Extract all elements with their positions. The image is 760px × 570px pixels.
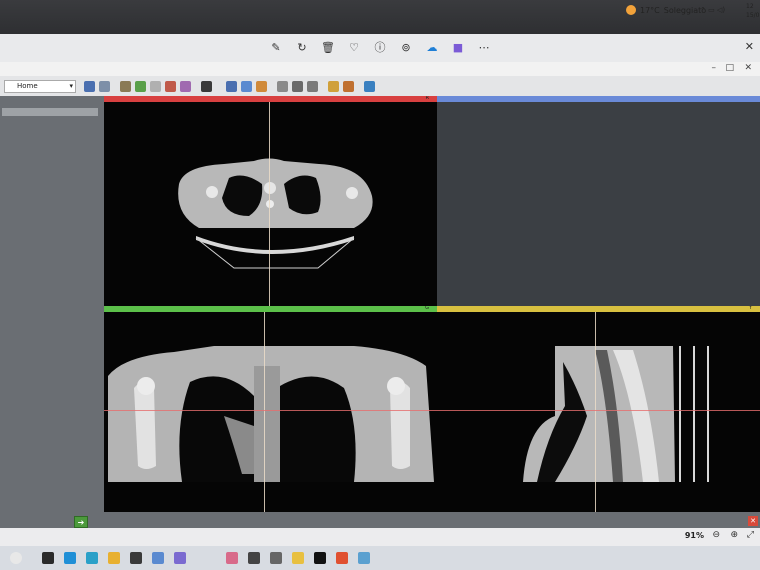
more-icon[interactable]: ⋯ [477, 41, 491, 55]
error-close-icon[interactable]: ✕ [748, 516, 758, 526]
data-icon[interactable] [120, 80, 131, 92]
rotate-icon[interactable]: ↻ [295, 41, 309, 55]
edit-icon[interactable]: ✎ [269, 41, 283, 55]
coronal-crosshair-horizontal [104, 410, 437, 411]
module-panel [0, 96, 104, 542]
photo-viewer-toolbar: ✎ ↻ 🗑 ♡ ⓘ ⊚ ☁ ■ ⋯ [0, 34, 760, 62]
module-selector[interactable]: Home ▾ [4, 79, 76, 93]
next-arrow-button[interactable]: ➔ [74, 516, 88, 528]
window-close-icon[interactable]: ✕ [744, 63, 752, 73]
monitor-screen: ✎ ↻ 🗑 ♡ ⓘ ⊚ ☁ ■ ⋯ ✕ – □ ✕ Home ▾ R G Y ➔… [0, 0, 760, 570]
axial-view[interactable]: R [104, 96, 437, 306]
weather-temp: 17°C [640, 5, 660, 15]
3d-view-bar[interactable] [437, 96, 760, 102]
avatar-icon[interactable] [10, 552, 22, 564]
cloud-icon[interactable]: ☁ [425, 41, 439, 55]
sagittal-slice-image [523, 346, 709, 482]
extension-icon[interactable] [343, 80, 354, 92]
clock-time: 12 [746, 3, 754, 10]
app-icon-6[interactable] [314, 552, 326, 564]
fit-to-window-icon[interactable]: ⤢ [747, 530, 754, 540]
clock[interactable]: 12 15/0 [746, 2, 759, 20]
coronal-slice-image [108, 346, 434, 482]
app-icon-3[interactable] [248, 552, 260, 564]
app-icon-2[interactable] [174, 552, 186, 564]
3d-view[interactable] [437, 96, 760, 306]
start-icon[interactable] [42, 552, 54, 564]
app-titlebar: – □ ✕ [0, 62, 760, 76]
edge-icon[interactable] [86, 552, 98, 564]
sagittal-crosshair-horizontal [437, 410, 760, 411]
screenshot-icon[interactable] [277, 80, 288, 92]
search-icon[interactable]: ⊚ [399, 41, 413, 55]
system-tray[interactable]: ⌃ ▭ ◁) [700, 6, 725, 14]
chevron-down-icon: ▾ [69, 81, 73, 90]
app-icon[interactable]: ■ [451, 41, 465, 55]
app-icon-5[interactable] [292, 552, 304, 564]
crosshair-icon[interactable] [328, 80, 339, 92]
module-panel-field[interactable] [2, 108, 98, 116]
reslice-icon[interactable] [307, 80, 318, 92]
delete-icon[interactable]: 🗑 [321, 41, 335, 55]
file-explorer-icon[interactable] [108, 552, 120, 564]
zoom-level: 91% [684, 531, 704, 540]
markup-icon[interactable] [256, 80, 267, 92]
photo-viewer-bottom-bar: 91% ⊖ ⊕ ⤢ [0, 528, 760, 546]
minimize-icon[interactable]: – [712, 63, 717, 73]
crosshair-toggle-icon[interactable] [292, 80, 303, 92]
close-icon[interactable]: ✕ [745, 40, 754, 53]
save-icon[interactable] [150, 80, 161, 92]
models-icon[interactable] [180, 80, 191, 92]
pointer-icon[interactable] [226, 80, 237, 92]
sun-icon [626, 5, 636, 15]
slicer-icon[interactable] [358, 552, 370, 564]
teams-icon[interactable] [64, 552, 76, 564]
coronal-crosshair-vertical [264, 312, 265, 512]
forward-icon[interactable] [99, 80, 110, 92]
windows-taskbar [0, 546, 760, 570]
app-icon-4[interactable] [270, 552, 282, 564]
weather-widget[interactable]: 17°C Soleggiato [626, 5, 706, 15]
firefox-icon[interactable] [226, 552, 238, 564]
python-icon[interactable] [364, 80, 375, 92]
maximize-icon[interactable]: □ [725, 63, 734, 73]
mail-icon[interactable] [152, 552, 164, 564]
app-toolbar: Home ▾ [0, 76, 760, 96]
zoom-in-icon[interactable]: ⊕ [730, 530, 738, 540]
module-selector-value: Home [17, 81, 38, 90]
sagittal-crosshair-vertical [595, 312, 596, 512]
layout-icon[interactable] [201, 80, 212, 92]
volumes-icon[interactable] [165, 80, 176, 92]
axial-slice-image [178, 158, 373, 269]
zoom-out-icon[interactable]: ⊖ [712, 530, 720, 540]
dcm-icon[interactable] [135, 80, 146, 92]
app-icon-7[interactable] [336, 552, 348, 564]
coronal-view[interactable]: G [104, 306, 437, 512]
window-level-icon[interactable] [241, 80, 252, 92]
axial-crosshair-vertical [269, 102, 270, 306]
calendar-icon[interactable] [130, 552, 142, 564]
back-icon[interactable] [84, 80, 95, 92]
slicer-app-window: – □ ✕ Home ▾ R G Y ➔ [0, 62, 760, 542]
sagittal-view[interactable]: Y [437, 306, 760, 512]
info-icon[interactable]: ⓘ [373, 41, 387, 55]
clock-date: 15/0 [746, 12, 760, 19]
heart-icon[interactable]: ♡ [347, 41, 361, 55]
